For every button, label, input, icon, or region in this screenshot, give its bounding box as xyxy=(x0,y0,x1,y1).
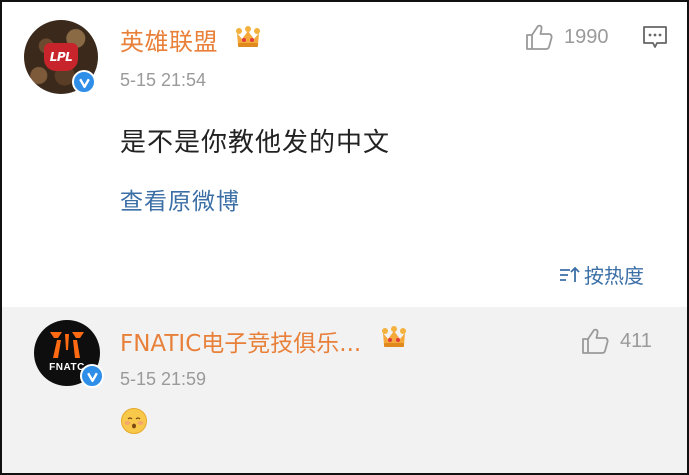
like-count: 1990 xyxy=(564,25,609,48)
crown-icon xyxy=(236,26,260,47)
comment-thread: LPL 英雄联盟 5-15 21:54 1990 是不是你教他发的中文 查看原微… xyxy=(0,0,689,475)
fnatic-logo xyxy=(50,332,84,358)
verified-icon xyxy=(72,70,96,94)
like-button[interactable]: 1990 xyxy=(524,22,609,52)
comment-text: 是不是你教他发的中文 xyxy=(120,128,391,158)
comment-username[interactable]: 英雄联盟 xyxy=(120,22,218,57)
lpl-logo: LPL xyxy=(44,43,78,71)
thumbs-up-icon xyxy=(582,328,609,354)
sort-arrows-icon xyxy=(560,266,580,282)
like-button[interactable]: 411 xyxy=(580,326,652,356)
comment-timestamp: 5-15 21:54 xyxy=(120,70,207,90)
sort-by-hot-button[interactable]: 按热度 xyxy=(558,260,644,289)
verified-icon xyxy=(80,364,104,388)
face-emoji-icon xyxy=(121,408,147,434)
view-original-link[interactable]: 查看原微博 xyxy=(120,182,240,216)
like-count: 411 xyxy=(620,329,652,352)
thumbs-up-icon xyxy=(526,24,553,50)
sort-label: 按热度 xyxy=(584,264,644,288)
comment-bubble-icon[interactable] xyxy=(642,24,668,50)
reply-timestamp: 5-15 21:59 xyxy=(120,369,207,389)
reply-username[interactable]: FNATIC电子竞技俱乐... xyxy=(120,324,361,358)
crown-icon xyxy=(382,326,406,347)
